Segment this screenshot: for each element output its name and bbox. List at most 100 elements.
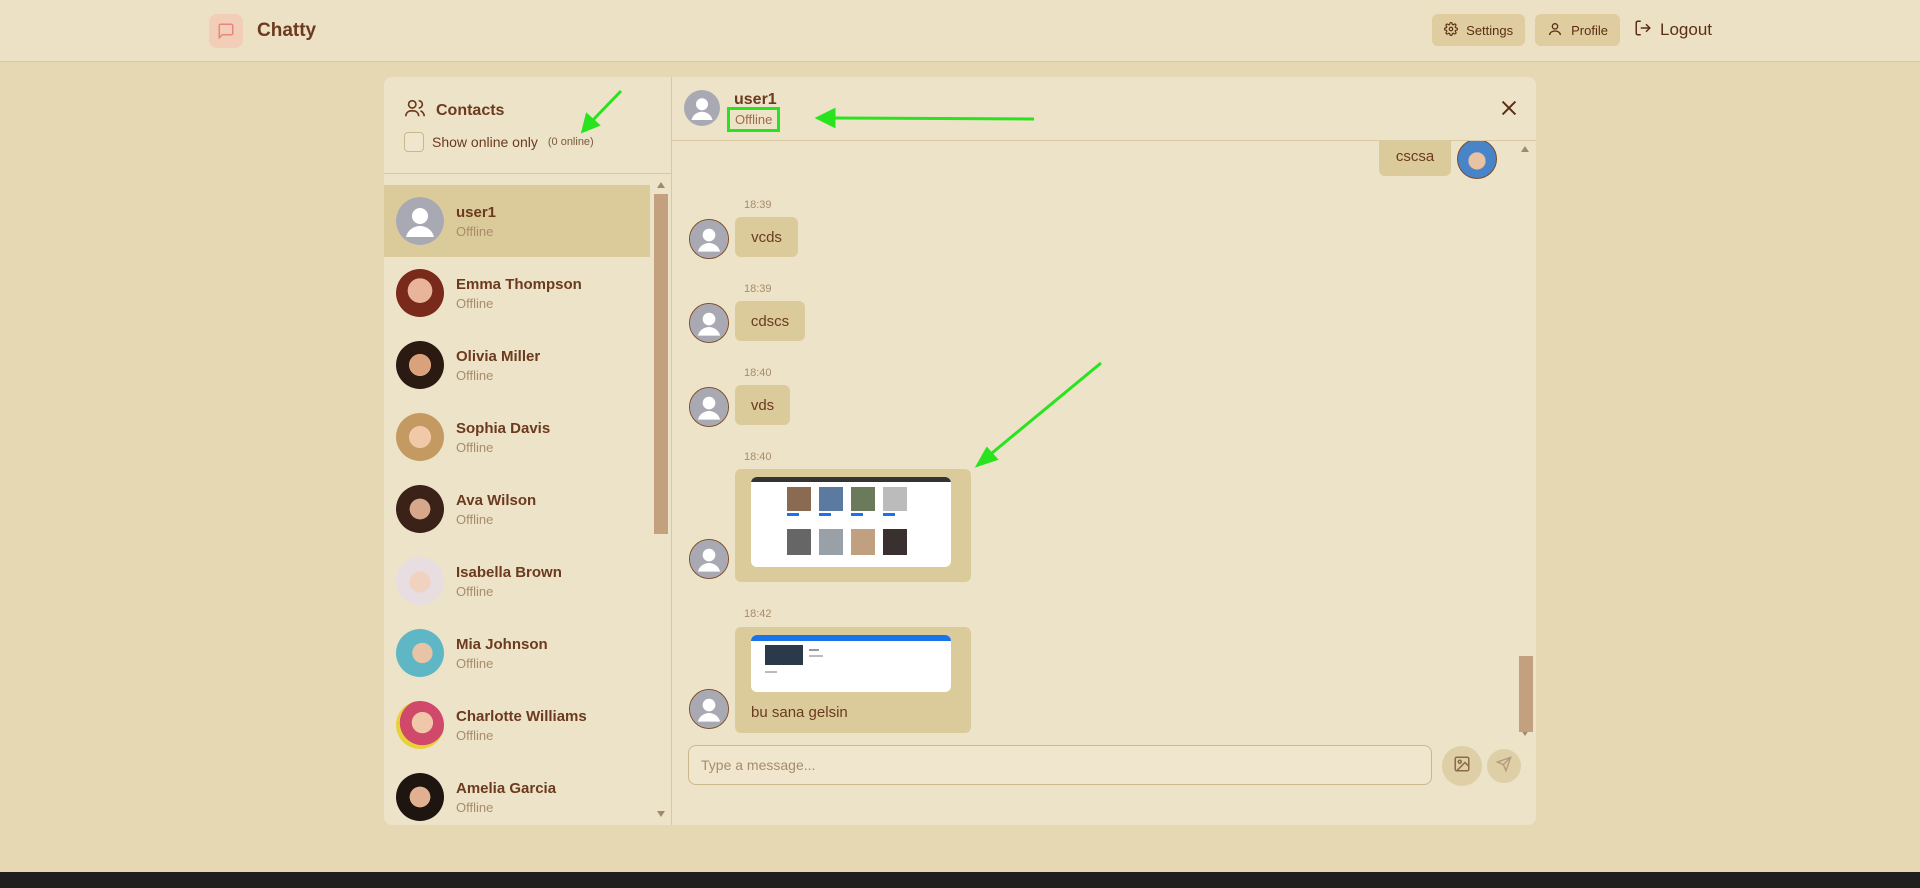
photo-avatar (396, 557, 444, 605)
contact-status: Offline (456, 511, 494, 527)
contact-status: Offline (456, 799, 494, 815)
contact-status: Offline (456, 583, 494, 599)
chat-logo-icon (209, 14, 243, 48)
contact-item[interactable]: Mia Johnson Offline (384, 617, 650, 689)
screenshot-image[interactable] (751, 635, 951, 692)
contact-list: user1 Offline Emma Thompson Offline Olivia… (384, 185, 650, 825)
message-time: 18:39 (744, 199, 772, 211)
profile-label: Profile (1571, 22, 1608, 38)
chat-container: Contacts Show online only (0 online) use… (384, 77, 1536, 825)
photo-avatar (396, 701, 444, 749)
contact-item[interactable]: Isabella Brown Offline (384, 545, 650, 617)
contact-name: Olivia Miller (456, 347, 541, 365)
settings-button[interactable]: Settings (1432, 14, 1526, 46)
message-text: bu sana gelsin (751, 704, 848, 721)
message-text: vcds (751, 228, 782, 246)
default-avatar (689, 539, 729, 579)
message-bubble: vds (735, 385, 790, 425)
online-filter: Show online only (0 online) (404, 132, 594, 152)
logout-button[interactable]: Logout (1630, 14, 1712, 46)
gear-icon (1444, 21, 1459, 39)
contact-status: Offline (456, 655, 494, 671)
contacts-sidebar: Contacts Show online only (0 online) use… (384, 77, 672, 825)
message-time: 18:39 (744, 283, 772, 295)
settings-label: Settings (1466, 22, 1514, 38)
message-time: 18:40 (744, 367, 772, 379)
contact-name: user1 (456, 203, 497, 221)
message-input[interactable] (688, 745, 1432, 785)
contact-item[interactable]: Olivia Miller Offline (384, 329, 650, 401)
screenshot-image[interactable] (751, 477, 951, 567)
message-bubble: cdscs (735, 301, 805, 341)
my-avatar (1457, 141, 1497, 179)
contact-name: Mia Johnson (456, 635, 548, 653)
sidebar-header: Contacts Show online only (0 online) (384, 77, 671, 174)
photo-avatar (396, 341, 444, 389)
contact-name: Ava Wilson (456, 491, 537, 509)
attach-image-button[interactable] (1442, 746, 1482, 786)
contact-item[interactable]: user1 Offline (384, 185, 650, 257)
message-bubble: vcds (735, 217, 798, 257)
message-composer (672, 745, 1536, 825)
image-icon (1453, 755, 1471, 778)
message-time: 18:42 (744, 608, 772, 620)
contact-item[interactable]: Sophia Davis Offline (384, 401, 650, 473)
message-text: vds (750, 396, 775, 414)
contact-status: Offline (456, 727, 494, 743)
photo-avatar (396, 773, 444, 821)
user-icon (1547, 21, 1563, 40)
logout-icon (1634, 19, 1652, 42)
taskbar (0, 872, 1920, 888)
message-text: cdscs (750, 312, 790, 330)
contact-name: Charlotte Williams (456, 707, 587, 725)
photo-avatar (396, 269, 444, 317)
photo-avatar (396, 413, 444, 461)
contact-status: Offline (456, 295, 494, 311)
contact-status: Offline (456, 439, 494, 455)
default-avatar (689, 303, 729, 343)
contact-name: Sophia Davis (456, 419, 551, 437)
message-list-scrollbar[interactable] (1517, 141, 1533, 741)
contacts-title: Contacts (404, 97, 504, 124)
brand[interactable]: Chatty (209, 14, 316, 48)
show-online-checkbox[interactable] (404, 132, 424, 152)
default-avatar (689, 219, 729, 259)
top-navbar: Chatty Settings Profile Logout (0, 0, 1920, 62)
contact-item[interactable]: Charlotte Williams Offline (384, 689, 650, 761)
default-avatar (689, 689, 729, 729)
message-bubble: cscsa (1379, 141, 1451, 176)
contact-status: Offline (456, 367, 494, 383)
online-count: (0 online) (547, 136, 594, 148)
show-online-label[interactable]: Show online only (432, 134, 538, 150)
contact-item[interactable]: Ava Wilson Offline (384, 473, 650, 545)
photo-avatar (396, 629, 444, 677)
contact-name: Emma Thompson (456, 275, 582, 293)
contact-item[interactable]: Amelia Garcia Offline (384, 761, 650, 825)
default-avatar (684, 90, 720, 126)
contact-status: Offline (456, 223, 494, 239)
message-list-scroll-thumb[interactable] (1519, 656, 1533, 732)
message-time: 18:40 (744, 451, 772, 463)
contacts-label: Contacts (436, 101, 505, 119)
chat-panel: user1 Offline cscsa 18:39 vcds 18:39 cds… (672, 77, 1536, 825)
profile-button[interactable]: Profile (1535, 14, 1620, 46)
chat-header: user1 Offline (672, 77, 1536, 141)
image-message-bubble (735, 469, 971, 582)
send-button[interactable] (1487, 749, 1521, 783)
close-icon (1498, 100, 1520, 123)
logout-label: Logout (1660, 20, 1712, 39)
default-avatar (689, 387, 729, 427)
photo-avatar (396, 485, 444, 533)
send-icon (1495, 755, 1512, 777)
contact-name: Amelia Garcia (456, 779, 557, 797)
contact-item[interactable]: Emma Thompson Offline (384, 257, 650, 329)
contact-name: Isabella Brown (456, 563, 562, 581)
close-chat-button[interactable] (1498, 97, 1520, 119)
chat-user-status: Offline (727, 107, 781, 132)
brand-name: Chatty (257, 20, 317, 41)
default-avatar (396, 197, 444, 245)
users-icon (404, 97, 426, 124)
message-text: cscsa (1395, 147, 1435, 165)
contact-list-scroll-thumb[interactable] (654, 194, 668, 534)
message-list: cscsa 18:39 vcds 18:39 cdscs 18:40 vds 1… (672, 141, 1536, 741)
